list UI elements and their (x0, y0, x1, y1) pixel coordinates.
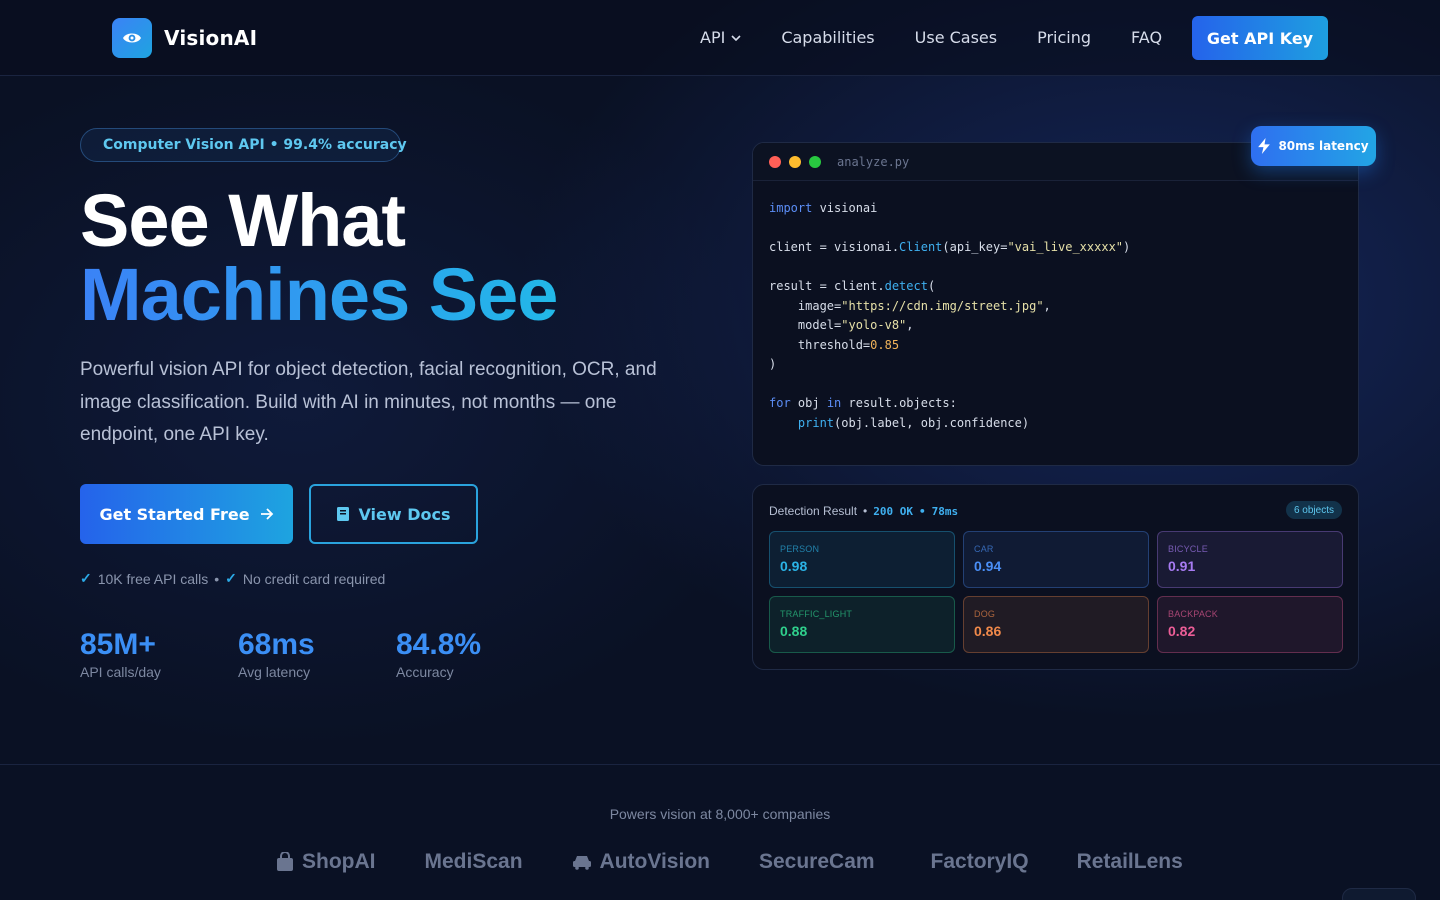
stat-item: 84.8% Accuracy (396, 628, 554, 680)
hero-title-line2: Machines See (80, 253, 558, 336)
perk-no-card: No credit card required (242, 570, 386, 587)
code-sample: import visionai client = visionai.Client… (769, 201, 1131, 430)
detection-tile[interactable]: DOG 0.86 (963, 596, 1149, 653)
perk-free-calls: 10K free API calls (97, 570, 209, 587)
lightning-icon (1258, 138, 1271, 154)
detection-separator: • (863, 504, 868, 518)
nav-link-api[interactable]: API (700, 28, 741, 47)
perk-separator: • (214, 570, 220, 587)
car-icon (572, 856, 591, 870)
company-name: AutoVision (599, 850, 710, 873)
floating-widget[interactable] (1342, 888, 1416, 900)
nav-link-faq[interactable]: FAQ (1131, 28, 1162, 47)
view-docs-button[interactable]: View Docs (309, 484, 478, 544)
nav-link-use-cases[interactable]: Use Cases (915, 28, 997, 47)
detection-score: 0.91 (1168, 558, 1196, 574)
detection-result-card: Detection Result • 200 OK • 78ms 6 objec… (752, 484, 1359, 670)
hero-perks: ✓ 10K free API calls • ✓ No credit card … (80, 570, 385, 587)
detection-tile[interactable]: CAR 0.94 (963, 531, 1149, 588)
shopping-bag-icon (277, 852, 293, 871)
stat-value: 85M+ (80, 628, 156, 661)
company-logo: ShopAI (276, 850, 376, 874)
companies-caption: Powers vision at 8,000+ companies (609, 806, 831, 822)
top-nav: VisionAI API Capabilities Use Cases Pric… (0, 0, 1440, 76)
detection-score: 0.94 (974, 558, 1002, 574)
object-count-badge: 6 objects (1285, 501, 1342, 519)
detection-score: 0.98 (780, 558, 808, 574)
companies-section (0, 765, 1440, 900)
chevron-down-icon (731, 34, 741, 41)
stat-item: 68ms Avg latency (238, 628, 396, 680)
detection-score: 0.82 (1168, 623, 1196, 639)
detection-label: TRAFFIC_LIGHT (780, 609, 853, 619)
detection-status: 200 OK (873, 504, 913, 518)
stat-value: 84.8% (396, 628, 482, 661)
view-docs-label: View Docs (358, 504, 451, 524)
check-icon: ✓ (225, 570, 237, 586)
company-name: FactoryIQ (930, 850, 1029, 873)
stat-label: API calls/day (80, 664, 161, 680)
stat-label: Avg latency (238, 664, 311, 680)
eye-icon (112, 18, 152, 58)
detection-title: Detection Result (769, 504, 858, 518)
nav-links: API Capabilities Use Cases Pricing FAQ (700, 28, 1202, 47)
brand-logo[interactable]: VisionAI (112, 18, 257, 58)
book-icon (337, 507, 350, 521)
check-icon: ✓ (80, 570, 92, 586)
nav-link-label: API (700, 28, 726, 47)
detection-label: CAR (974, 544, 994, 554)
company-name: MediScan (424, 850, 523, 873)
hero-badge: Computer Vision API • 99.4% accuracy (80, 128, 407, 162)
company-name: ShopAI (302, 850, 376, 873)
window-close-dot (769, 155, 781, 168)
stat-value: 68ms (238, 628, 315, 661)
brand-name: VisionAI (164, 26, 258, 50)
detection-separator: • (919, 504, 926, 518)
code-window: analyze.py import visionai client = visi… (752, 142, 1359, 466)
nav-link-capabilities[interactable]: Capabilities (781, 28, 874, 47)
latency-badge: 80ms latency (1251, 126, 1376, 166)
latency-badge-text: 80ms latency (1278, 139, 1369, 153)
detection-label: BICYCLE (1168, 544, 1208, 554)
get-started-label: Get Started Free (99, 504, 250, 524)
company-logo: RetailLens (1077, 850, 1183, 874)
detection-score: 0.88 (780, 623, 808, 639)
company-name: RetailLens (1076, 850, 1183, 873)
get-api-key-button[interactable]: Get API Key (1192, 16, 1328, 60)
detection-label: DOG (974, 609, 996, 619)
detection-tile[interactable]: TRAFFIC_LIGHT 0.88 (769, 596, 955, 653)
company-logo: MediScan (425, 850, 523, 874)
hero-title: See What Machines See (80, 179, 558, 336)
detection-label: PERSON (780, 544, 820, 554)
hero-title-line1: See What (80, 179, 406, 262)
hero-description: Powerful vision API for object detection… (80, 359, 657, 445)
company-logo: SecureCam (759, 850, 875, 874)
detection-header: Detection Result • 200 OK • 78ms (769, 504, 958, 518)
stat-item: 85M+ API calls/day (80, 628, 238, 680)
detection-tile[interactable]: PERSON 0.98 (769, 531, 955, 588)
company-name: SecureCam (758, 850, 875, 873)
arrow-right-icon (260, 508, 273, 520)
detection-tile[interactable]: BICYCLE 0.91 (1157, 531, 1343, 588)
company-logo: FactoryIQ (931, 850, 1029, 874)
get-started-button[interactable]: Get Started Free (80, 484, 293, 544)
detection-tile[interactable]: BACKPACK 0.82 (1157, 596, 1343, 653)
detection-score: 0.86 (974, 623, 1002, 639)
detection-time: 78ms (931, 504, 959, 518)
window-minimize-dot (789, 155, 801, 168)
company-logos: ShopAI MediScan AutoVision SecureCam Fac… (276, 850, 1183, 874)
nav-link-pricing[interactable]: Pricing (1037, 28, 1091, 47)
hero-stats: 85M+ API calls/day 68ms Avg latency 84.8… (80, 628, 554, 680)
company-logo: AutoVision (572, 850, 710, 874)
detection-label: BACKPACK (1168, 609, 1218, 619)
hero-badge-text: Computer Vision API • 99.4% accuracy (103, 137, 407, 153)
code-filename: analyze.py (837, 154, 910, 169)
window-maximize-dot (809, 155, 821, 168)
stat-label: Accuracy (396, 664, 454, 680)
